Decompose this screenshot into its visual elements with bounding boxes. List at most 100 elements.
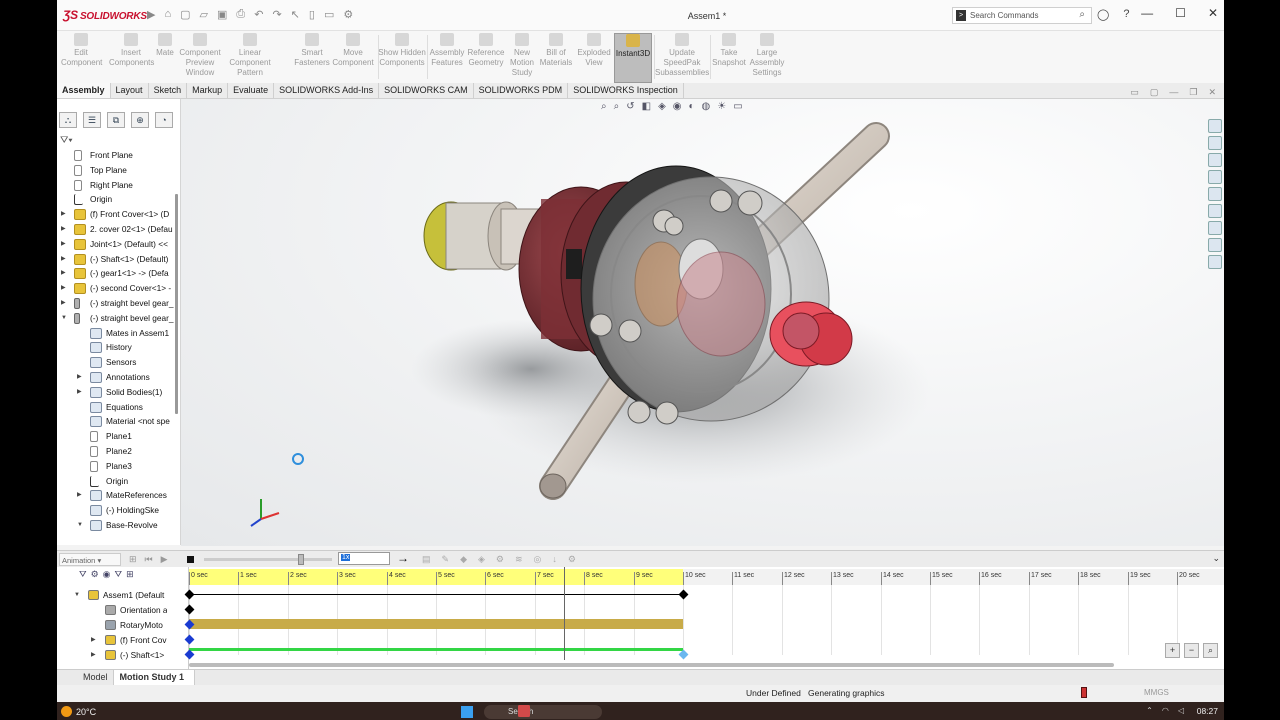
- appearances-icon[interactable]: [1208, 187, 1222, 201]
- close-icon[interactable]: ✕: [1208, 6, 1218, 20]
- dimxpert-tab-icon[interactable]: ⊕: [131, 112, 149, 128]
- play-arrow-icon[interactable]: ▶: [147, 8, 155, 21]
- tree-node[interactable]: Material <not spe: [57, 414, 175, 429]
- tree-node[interactable]: ▶ (-) straight bevel gear_: [57, 296, 175, 311]
- tree-node[interactable]: Sensors: [57, 355, 175, 370]
- autokey-icon[interactable]: ◆: [460, 554, 467, 565]
- tree-node[interactable]: ▶ Joint<1> (Default) <<: [57, 237, 175, 252]
- clock[interactable]: 08:27: [1197, 706, 1218, 716]
- filter-animated-icon[interactable]: ⛛: [79, 569, 87, 580]
- tree-node[interactable]: ▶ Annotations: [57, 370, 175, 385]
- tree-node[interactable]: Right Plane: [57, 178, 175, 193]
- panel-scrollbar[interactable]: [175, 194, 178, 414]
- keyframe[interactable]: [678, 649, 689, 660]
- animation-wizard-icon[interactable]: ✎: [442, 554, 450, 565]
- tree-node[interactable]: ▶ (f) Front Cover<1> (D: [57, 207, 175, 222]
- collapse-arrow-icon[interactable]: ▼: [77, 518, 85, 533]
- unit-system[interactable]: MMGS: [1144, 688, 1169, 697]
- doc-close-icon[interactable]: ✕: [1208, 87, 1216, 98]
- spring-icon[interactable]: ≋: [515, 554, 523, 565]
- doc-minimize-icon[interactable]: —: [1169, 87, 1178, 98]
- filter-driving-icon[interactable]: ⚙: [91, 569, 99, 580]
- expand-arrow-icon[interactable]: ▶: [61, 207, 69, 222]
- tree-node[interactable]: ▶ (-) second Cover<1> -: [57, 281, 175, 296]
- save-animation-icon[interactable]: ▤: [422, 554, 431, 565]
- tray-chevron-icon[interactable]: ⌃: [1146, 706, 1153, 715]
- filter-results-icon[interactable]: ⛛: [115, 569, 123, 580]
- forum-icon[interactable]: [1208, 221, 1222, 235]
- contact-icon[interactable]: ◎: [534, 554, 542, 565]
- playback-speed-select[interactable]: 1x: [338, 552, 390, 565]
- save-icon[interactable]: ▣: [217, 8, 227, 21]
- tree-node[interactable]: ▼ (-) straight bevel gear_: [57, 311, 175, 326]
- show-hidden-components-button[interactable]: Show Hidden Components: [378, 33, 426, 68]
- instant3d-button[interactable]: Instant3D: [614, 33, 652, 83]
- taskbar-search[interactable]: Search: [484, 705, 602, 719]
- home-icon[interactable]: ⌂: [164, 8, 171, 21]
- solidworks-resources-icon[interactable]: [1208, 119, 1222, 133]
- tree-node[interactable]: ▶ (-) Shaft<1> (Default): [57, 252, 175, 267]
- time-ruler[interactable]: 0 sec 1 sec 2 sec 3 sec 4 sec 5 sec 6 sec 7 sec…: [189, 569, 1224, 585]
- property-manager-tab-icon[interactable]: ☰: [83, 112, 101, 128]
- tree-node[interactable]: Origin: [57, 474, 175, 489]
- weather-widget[interactable]: 20°C: [61, 706, 96, 717]
- tree-node[interactable]: Plane1: [57, 429, 175, 444]
- options-gear-icon[interactable]: ⚙: [343, 8, 353, 21]
- tree-node[interactable]: Top Plane: [57, 163, 175, 178]
- expand-arrow-icon[interactable]: ▶: [91, 633, 96, 648]
- feature-manager-tab-icon[interactable]: ⛬: [59, 112, 77, 128]
- exploded-view-button[interactable]: Exploded View: [575, 33, 613, 68]
- tab-layout[interactable]: Layout: [111, 83, 149, 98]
- play-icon[interactable]: ▶: [161, 554, 168, 565]
- tree-node[interactable]: ▶ 2. cover 02<1> (Defau: [57, 222, 175, 237]
- expand-arrow-icon[interactable]: ▶: [77, 385, 85, 400]
- toolbox-icon[interactable]: [1208, 255, 1222, 269]
- tree-node[interactable]: ▼ Base-Revolve: [57, 518, 175, 533]
- assembly-model[interactable]: [181, 99, 1224, 546]
- filter-icon[interactable]: ⛛▾: [60, 135, 73, 146]
- study-properties-icon[interactable]: ⚙: [568, 554, 576, 565]
- wifi-icon[interactable]: ◠: [1162, 706, 1169, 715]
- component-preview-window-button[interactable]: Component Preview Window: [178, 33, 222, 78]
- design-library-icon[interactable]: [1208, 136, 1222, 150]
- linear-component-pattern-button[interactable]: Linear Component Pattern: [224, 33, 276, 78]
- tab-solidworks-inspection[interactable]: SOLIDWORKS Inspection: [568, 83, 684, 98]
- configuration-manager-tab-icon[interactable]: ⧉: [107, 112, 125, 128]
- undo-icon[interactable]: ↶: [254, 8, 263, 21]
- select-icon[interactable]: ↖: [291, 8, 300, 21]
- reference-geometry-button[interactable]: Reference Geometry: [466, 33, 506, 68]
- rebuild-icon[interactable]: ▯: [309, 8, 315, 21]
- motion-tree-row[interactable]: RotaryMoto: [57, 618, 167, 633]
- tab-sketch[interactable]: Sketch: [149, 83, 188, 98]
- motion-tree-row[interactable]: ▶ (-) Shaft<1>: [57, 648, 167, 663]
- pdf-app-icon[interactable]: [518, 705, 530, 717]
- tab-evaluate[interactable]: Evaluate: [228, 83, 275, 98]
- new-file-icon[interactable]: ▢: [180, 8, 190, 21]
- custom-properties-icon[interactable]: [1208, 204, 1222, 218]
- expand-arrow-icon[interactable]: ▶: [77, 488, 85, 503]
- expand-arrow-icon[interactable]: ▶: [61, 222, 69, 237]
- file-explorer-icon[interactable]: [1208, 153, 1222, 167]
- expand-arrow-icon[interactable]: ▶: [61, 252, 69, 267]
- gravity-icon[interactable]: ↓: [552, 554, 557, 565]
- tree-node[interactable]: Origin: [57, 192, 175, 207]
- stop-button[interactable]: [187, 556, 194, 563]
- doc-restore-icon[interactable]: ❐: [1189, 87, 1197, 98]
- tree-node[interactable]: ▶ Solid Bodies(1): [57, 385, 175, 400]
- take-snapshot-button[interactable]: Take Snapshot: [711, 33, 747, 68]
- search-icon[interactable]: ⌕: [1079, 9, 1085, 20]
- search-commands-field[interactable]: > Search Commands ⌕: [952, 7, 1092, 24]
- tree-node[interactable]: History: [57, 340, 175, 355]
- playback-slider[interactable]: [204, 554, 332, 565]
- tree-node[interactable]: Plane3: [57, 459, 175, 474]
- expand-arrow-icon[interactable]: ▶: [61, 237, 69, 252]
- add-update-key-icon[interactable]: ◈: [478, 554, 485, 565]
- tab-motion-study-1[interactable]: Motion Study 1: [112, 670, 196, 685]
- maximize-icon[interactable]: ☐: [1175, 6, 1186, 20]
- redo-icon[interactable]: ↷: [272, 8, 281, 21]
- timeline-playhead[interactable]: [564, 567, 565, 660]
- file-properties-icon[interactable]: ▭: [324, 8, 334, 21]
- tree-node[interactable]: ▶ MateReferences: [57, 488, 175, 503]
- expand-arrow-icon[interactable]: ▶: [61, 266, 69, 281]
- search-help-icon[interactable]: [1208, 238, 1222, 252]
